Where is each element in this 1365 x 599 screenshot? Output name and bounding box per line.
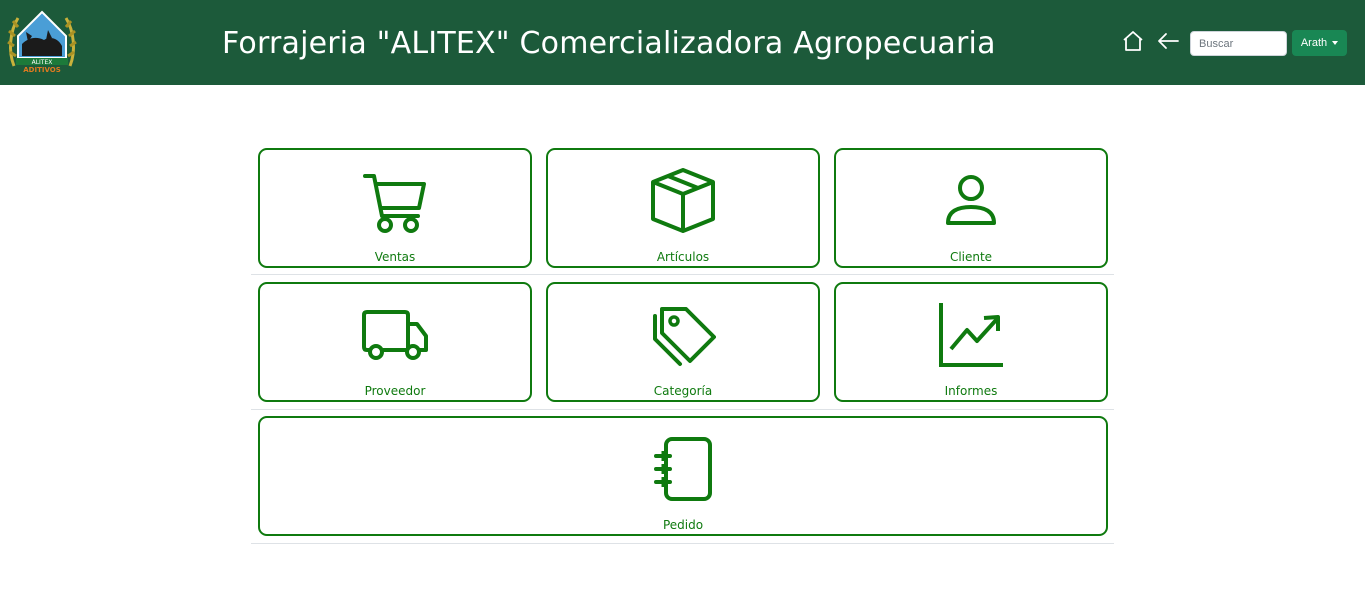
alitex-logo[interactable]: ALITEX ADITIVOS (6, 6, 78, 78)
tile-label: Ventas (374, 250, 416, 264)
box-icon (651, 168, 715, 233)
tile-proveedor[interactable]: Proveedor (258, 282, 532, 402)
user-dropdown-button[interactable]: Arath (1292, 30, 1347, 56)
tile-label: Artículos (656, 250, 710, 264)
tile-articulos[interactable]: Artículos (546, 148, 820, 268)
row-divider (251, 543, 1114, 544)
tile-label: Pedido (662, 518, 704, 532)
page-title: Forrajeria "ALITEX" Comercializadora Agr… (222, 26, 996, 61)
tile-informes[interactable]: Informes (834, 282, 1108, 402)
shopping-cart-icon (363, 174, 426, 233)
tile-ventas[interactable]: Ventas (258, 148, 532, 268)
user-name: Arath (1300, 37, 1328, 49)
top-navbar: ALITEX ADITIVOS Forrajeria "ALITEX" Come… (0, 0, 1365, 85)
home-icon[interactable] (1121, 29, 1145, 53)
row-divider (251, 409, 1114, 410)
journal-icon (654, 437, 712, 501)
row-divider (251, 274, 1114, 275)
caret-down-icon (1332, 41, 1339, 45)
tile-label: Informes (944, 384, 998, 398)
tile-label: Proveedor (364, 384, 426, 398)
tile-label: Cliente (949, 250, 993, 264)
tile-pedido[interactable]: Pedido (258, 416, 1108, 536)
tags-icon (653, 307, 716, 366)
tile-categoria[interactable]: Categoría (546, 282, 820, 402)
truck-icon (362, 310, 428, 360)
search-input[interactable] (1190, 31, 1287, 56)
svg-text:ALITEX: ALITEX (32, 59, 53, 66)
arrow-left-icon[interactable] (1156, 30, 1180, 52)
person-icon (946, 175, 996, 225)
tile-label: Categoría (653, 384, 713, 398)
graph-up-icon (939, 303, 1003, 367)
tile-cliente[interactable]: Cliente (834, 148, 1108, 268)
svg-text:ADITIVOS: ADITIVOS (23, 66, 61, 74)
